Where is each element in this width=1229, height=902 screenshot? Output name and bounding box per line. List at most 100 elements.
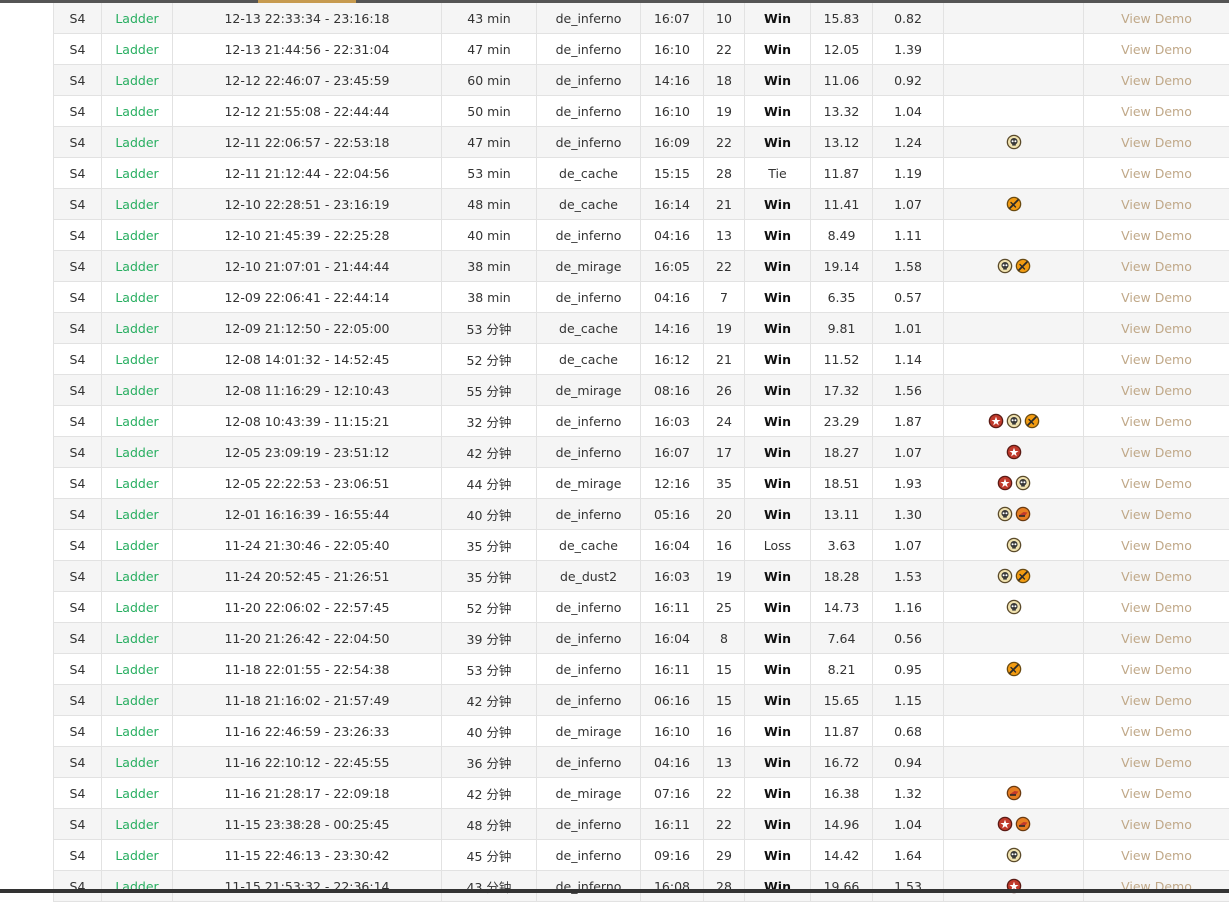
mode-cell[interactable]: Ladder — [102, 65, 173, 96]
mode-cell[interactable]: Ladder — [102, 3, 173, 34]
award-badges — [1006, 537, 1022, 553]
time-cell: 11-16 22:10:12 - 22:45:55 — [173, 747, 442, 778]
kills-cell: 28 — [704, 871, 745, 902]
map-cell: de_inferno — [537, 34, 641, 65]
kills-cell: 8 — [704, 623, 745, 654]
view-demo-link[interactable]: View Demo — [1084, 65, 1229, 96]
score-cell: 16:12 — [641, 344, 704, 375]
mode-cell[interactable]: Ladder — [102, 34, 173, 65]
view-demo-link[interactable]: View Demo — [1084, 437, 1229, 468]
mode-cell[interactable]: Ladder — [102, 158, 173, 189]
score-cell: 16:07 — [641, 3, 704, 34]
mode-cell[interactable]: Ladder — [102, 809, 173, 840]
mode-cell[interactable]: Ladder — [102, 437, 173, 468]
view-demo-link[interactable]: View Demo — [1084, 592, 1229, 623]
mode-cell[interactable]: Ladder — [102, 406, 173, 437]
score-cell: 16:07 — [641, 437, 704, 468]
view-demo-link[interactable]: View Demo — [1084, 871, 1229, 902]
season-cell: S4 — [54, 220, 102, 251]
view-demo-link[interactable]: View Demo — [1084, 375, 1229, 406]
knife-award-icon — [1024, 413, 1040, 429]
mode-cell[interactable]: Ladder — [102, 561, 173, 592]
mode-cell[interactable]: Ladder — [102, 282, 173, 313]
mode-cell[interactable]: Ladder — [102, 871, 173, 902]
awards-cell — [944, 623, 1084, 654]
mode-cell[interactable]: Ladder — [102, 654, 173, 685]
map-cell: de_inferno — [537, 592, 641, 623]
result-cell: Win — [745, 437, 811, 468]
table-row: S4Ladder11-18 21:16:02 - 21:57:4942 分钟de… — [54, 685, 1229, 716]
mode-cell[interactable]: Ladder — [102, 747, 173, 778]
view-demo-link[interactable]: View Demo — [1084, 3, 1229, 34]
mode-cell[interactable]: Ladder — [102, 313, 173, 344]
time-cell: 12-09 22:06:41 - 22:44:14 — [173, 282, 442, 313]
time-cell: 11-15 21:53:32 - 22:36:14 — [173, 871, 442, 902]
kd-cell: 1.64 — [873, 840, 944, 871]
score-cell: 16:11 — [641, 809, 704, 840]
view-demo-link[interactable]: View Demo — [1084, 840, 1229, 871]
score-cell: 16:09 — [641, 127, 704, 158]
table-row: S4Ladder12-13 21:44:56 - 22:31:0447 mind… — [54, 34, 1229, 65]
season-cell: S4 — [54, 778, 102, 809]
view-demo-link[interactable]: View Demo — [1084, 623, 1229, 654]
view-demo-link[interactable]: View Demo — [1084, 685, 1229, 716]
knife-award-icon — [1015, 568, 1031, 584]
kd-cell: 1.07 — [873, 189, 944, 220]
mode-cell[interactable]: Ladder — [102, 251, 173, 282]
season-cell: S4 — [54, 685, 102, 716]
time-cell: 12-08 14:01:32 - 14:52:45 — [173, 344, 442, 375]
mode-cell[interactable]: Ladder — [102, 499, 173, 530]
mode-cell[interactable]: Ladder — [102, 530, 173, 561]
award-badges — [997, 475, 1031, 491]
mode-cell[interactable]: Ladder — [102, 778, 173, 809]
mode-cell[interactable]: Ladder — [102, 220, 173, 251]
award-badges — [1006, 444, 1022, 460]
view-demo-link[interactable]: View Demo — [1084, 96, 1229, 127]
mode-cell[interactable]: Ladder — [102, 127, 173, 158]
mode-cell[interactable]: Ladder — [102, 592, 173, 623]
table-row: S4Ladder12-01 16:16:39 - 16:55:4440 分钟de… — [54, 499, 1229, 530]
view-demo-link[interactable]: View Demo — [1084, 406, 1229, 437]
awards-cell — [944, 747, 1084, 778]
award-badges — [997, 506, 1031, 522]
mode-cell[interactable]: Ladder — [102, 685, 173, 716]
view-demo-link[interactable]: View Demo — [1084, 127, 1229, 158]
view-demo-link[interactable]: View Demo — [1084, 530, 1229, 561]
view-demo-link[interactable]: View Demo — [1084, 654, 1229, 685]
mode-cell[interactable]: Ladder — [102, 344, 173, 375]
awards-cell — [944, 220, 1084, 251]
mode-cell[interactable]: Ladder — [102, 840, 173, 871]
mode-cell[interactable]: Ladder — [102, 623, 173, 654]
mode-cell[interactable]: Ladder — [102, 468, 173, 499]
view-demo-link[interactable]: View Demo — [1084, 747, 1229, 778]
view-demo-link[interactable]: View Demo — [1084, 251, 1229, 282]
view-demo-link[interactable]: View Demo — [1084, 34, 1229, 65]
duration-cell: 43 min — [442, 3, 537, 34]
view-demo-link[interactable]: View Demo — [1084, 282, 1229, 313]
mode-cell[interactable]: Ladder — [102, 96, 173, 127]
mode-cell[interactable]: Ladder — [102, 189, 173, 220]
view-demo-link[interactable]: View Demo — [1084, 158, 1229, 189]
view-demo-link[interactable]: View Demo — [1084, 189, 1229, 220]
time-cell: 11-24 21:30:46 - 22:05:40 — [173, 530, 442, 561]
view-demo-link[interactable]: View Demo — [1084, 313, 1229, 344]
score-cell: 04:16 — [641, 282, 704, 313]
mode-cell[interactable]: Ladder — [102, 716, 173, 747]
kills-cell: 22 — [704, 251, 745, 282]
view-demo-link[interactable]: View Demo — [1084, 716, 1229, 747]
view-demo-link[interactable]: View Demo — [1084, 809, 1229, 840]
mode-cell[interactable]: Ladder — [102, 375, 173, 406]
rating-cell: 15.65 — [811, 685, 873, 716]
map-cell: de_mirage — [537, 716, 641, 747]
view-demo-link[interactable]: View Demo — [1084, 778, 1229, 809]
result-cell: Win — [745, 499, 811, 530]
view-demo-link[interactable]: View Demo — [1084, 468, 1229, 499]
kd-cell: 1.04 — [873, 809, 944, 840]
view-demo-link[interactable]: View Demo — [1084, 344, 1229, 375]
view-demo-link[interactable]: View Demo — [1084, 499, 1229, 530]
season-cell: S4 — [54, 840, 102, 871]
time-cell: 11-20 22:06:02 - 22:57:45 — [173, 592, 442, 623]
view-demo-link[interactable]: View Demo — [1084, 220, 1229, 251]
view-demo-link[interactable]: View Demo — [1084, 561, 1229, 592]
table-row: S4Ladder12-05 23:09:19 - 23:51:1242 分钟de… — [54, 437, 1229, 468]
